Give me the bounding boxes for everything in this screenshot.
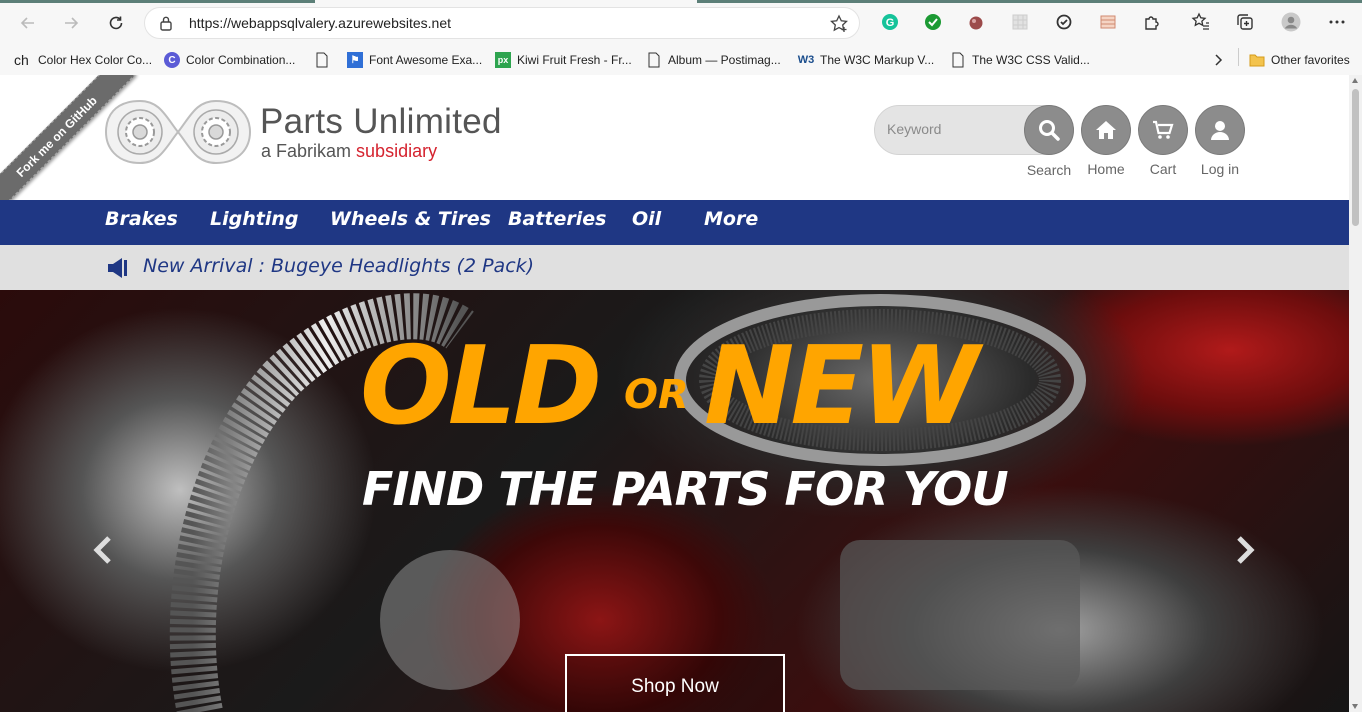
forward-button[interactable]	[59, 11, 83, 35]
svg-text:G: G	[886, 17, 895, 29]
bookmarks-overflow-button[interactable]	[1212, 49, 1224, 71]
chevron-right-icon	[1215, 54, 1223, 66]
bookmark-label: The W3C CSS Valid...	[972, 53, 1090, 67]
other-favorites-folder[interactable]: Other favorites	[1249, 49, 1350, 71]
search-icon	[1039, 120, 1060, 141]
nav-item-oil[interactable]: Oil	[632, 208, 661, 230]
page-icon	[316, 52, 328, 68]
other-favorites-label: Other favorites	[1271, 53, 1350, 67]
bookmark-label: Font Awesome Exa...	[369, 53, 483, 67]
bookmark-item[interactable]: px Kiwi Fruit Fresh - Fr...	[495, 49, 632, 71]
bookmark-item[interactable]: The W3C CSS Valid...	[950, 49, 1090, 71]
bookmark-item[interactable]	[314, 49, 336, 71]
bookmark-item[interactable]: C Color Combination...	[164, 49, 295, 71]
cart-label[interactable]: Cart	[1133, 161, 1193, 177]
search-button[interactable]	[1024, 105, 1074, 155]
cart-icon	[1153, 120, 1174, 139]
category-nav: Brakes Lighting Wheels & Tires Batteries…	[0, 200, 1349, 245]
table-extension-icon[interactable]	[1098, 12, 1118, 32]
page-scrollbar[interactable]	[1349, 75, 1362, 712]
page-viewport: Fork me on GitHub Parts Unlimited a Fabr…	[0, 75, 1349, 712]
back-button[interactable]	[16, 11, 40, 35]
add-favorite-icon[interactable]	[829, 14, 849, 34]
bookmark-label: The W3C Markup V...	[820, 53, 935, 67]
page-icon	[648, 52, 660, 68]
checkmark-extension-icon[interactable]	[923, 12, 943, 32]
search-input[interactable]	[887, 121, 1017, 137]
address-bar[interactable]: https://webappsqlvalery.azurewebsites.ne…	[144, 7, 860, 39]
carousel-next-button[interactable]	[1230, 530, 1260, 570]
hero-word-old: OLD	[360, 324, 602, 449]
grid-extension-icon[interactable]	[1010, 12, 1030, 32]
refresh-icon	[109, 16, 123, 30]
carousel-prev-button[interactable]	[88, 530, 118, 570]
url-text: https://webappsqlvalery.azurewebsites.ne…	[189, 15, 451, 31]
collections-icon[interactable]	[1235, 12, 1255, 32]
announcement-link[interactable]: New Arrival : Bugeye Headlights (2 Pack)	[143, 255, 534, 277]
extensions-puzzle-icon[interactable]	[1142, 12, 1162, 32]
brand-sub-prefix: a Fabrikam	[261, 141, 352, 161]
flag-icon: ⚑	[347, 52, 363, 68]
bookmark-label: Color Combination...	[186, 53, 296, 67]
cart-button[interactable]	[1138, 105, 1188, 155]
scroll-up-arrow[interactable]	[1352, 78, 1358, 83]
brand-name[interactable]: Parts Unlimited	[260, 102, 502, 142]
more-menu-icon[interactable]	[1327, 12, 1347, 32]
chevron-right-icon	[1237, 536, 1255, 564]
brand-tagline: a Fabrikam subsidiary	[261, 141, 437, 162]
bookmark-label: Kiwi Fruit Fresh - Fr...	[517, 53, 632, 67]
bookmark-item[interactable]: ch	[14, 49, 29, 71]
announcement-bar: New Arrival : Bugeye Headlights (2 Pack)	[0, 245, 1349, 290]
tab-strip-edge	[697, 0, 1362, 3]
bookmark-item[interactable]: Album — Postimag...	[646, 49, 781, 71]
arrow-left-icon	[20, 17, 34, 29]
brand-sub-accent: subsidiary	[356, 141, 438, 161]
bookmark-label: Album — Postimag...	[668, 53, 781, 67]
page-icon	[952, 52, 964, 68]
sync-extension-icon[interactable]	[1054, 12, 1074, 32]
login-button[interactable]	[1195, 105, 1245, 155]
tab-strip-edge	[0, 0, 315, 3]
bookmarks-divider	[1238, 48, 1239, 66]
color-c-icon: C	[164, 52, 180, 68]
home-label[interactable]: Home	[1076, 161, 1136, 177]
tomato-extension-icon[interactable]	[966, 12, 986, 32]
lock-icon	[160, 16, 172, 31]
bookmark-label: Color Hex Color Co...	[38, 53, 153, 67]
megaphone-icon	[108, 258, 127, 278]
bookmark-item[interactable]: ⚑ Font Awesome Exa...	[347, 49, 482, 71]
refresh-button[interactable]	[104, 11, 128, 35]
nav-item-batteries[interactable]: Batteries	[508, 208, 606, 230]
hero-word-new: NEW	[704, 324, 979, 449]
search-label: Search	[1026, 162, 1072, 178]
shop-now-button[interactable]: Shop Now	[565, 654, 785, 712]
hero-tagline: FIND THE PARTS FOR YOU	[362, 462, 1009, 516]
nav-item-brakes[interactable]: Brakes	[105, 208, 178, 230]
chevron-left-icon	[93, 536, 111, 564]
home-icon	[1096, 121, 1116, 139]
profile-avatar-icon[interactable]	[1281, 12, 1301, 32]
nav-item-more[interactable]: More	[704, 208, 758, 230]
nav-item-lighting[interactable]: Lighting	[210, 208, 298, 230]
arrow-right-icon	[65, 17, 79, 29]
hero-word-or: OR	[624, 372, 689, 418]
hero-banner: OLD OR NEW FIND THE PARTS FOR YOU Shop N…	[0, 290, 1349, 712]
grammarly-icon[interactable]: G	[880, 12, 900, 32]
scrollbar-thumb[interactable]	[1352, 89, 1359, 226]
bookmark-item[interactable]: W3 The W3C Markup V...	[797, 49, 935, 71]
user-icon	[1211, 121, 1229, 140]
bookmarks-bar: ch Color Hex Color Co... C Color Combina…	[0, 44, 1362, 74]
scroll-down-arrow[interactable]	[1352, 704, 1358, 709]
parts-unlimited-logo[interactable]	[104, 97, 252, 167]
favorites-icon[interactable]	[1191, 12, 1211, 32]
px-icon: px	[495, 52, 511, 68]
w3c-icon: W3	[797, 54, 815, 66]
login-label[interactable]: Log in	[1190, 161, 1250, 177]
home-button[interactable]	[1081, 105, 1131, 155]
folder-icon	[1249, 54, 1265, 67]
nav-item-wheels-tires[interactable]: Wheels & Tires	[330, 208, 491, 230]
bookmark-item[interactable]: Color Hex Color Co...	[38, 49, 152, 71]
bookmark-label: ch	[14, 52, 29, 68]
